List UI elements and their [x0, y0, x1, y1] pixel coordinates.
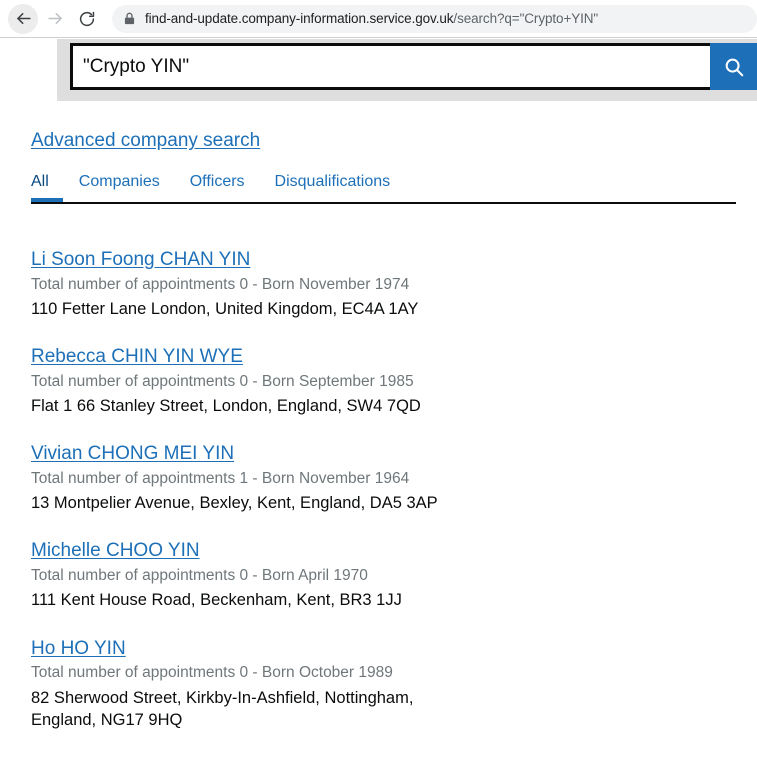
- list-item: Ho HO YIN Total number of appointments 0…: [31, 637, 737, 731]
- result-name-link[interactable]: Li Soon Foong CHAN YIN: [31, 248, 250, 272]
- result-address: 82 Sherwood Street, Kirkby-In-Ashfield, …: [31, 688, 414, 729]
- list-item: Li Soon Foong CHAN YIN Total number of a…: [31, 248, 737, 320]
- advanced-company-search-link[interactable]: Advanced company search: [31, 130, 260, 152]
- result-address: 13 Montpelier Avenue, Bexley, Kent, Engl…: [31, 494, 438, 513]
- result-name-link[interactable]: Rebecca CHIN YIN WYE: [31, 345, 243, 369]
- search-results-list: Li Soon Foong CHAN YIN Total number of a…: [31, 248, 737, 731]
- result-address: 110 Fetter Lane London, United Kingdom, …: [31, 299, 419, 318]
- url-domain: find-and-update.company-information.serv…: [145, 11, 454, 26]
- lock-icon: [124, 12, 135, 25]
- result-name-link[interactable]: Ho HO YIN: [31, 637, 126, 661]
- url-path: /search?q="Crypto+YIN": [453, 11, 599, 26]
- list-item: Rebecca CHIN YIN WYE Total number of app…: [31, 345, 737, 417]
- forward-arrow-icon: [47, 12, 62, 25]
- result-name-link[interactable]: Vivian CHONG MEI YIN: [31, 442, 234, 466]
- browser-toolbar: find-and-update.company-information.serv…: [0, 0, 757, 38]
- tab-all[interactable]: All: [31, 173, 63, 202]
- tab-disqualifications[interactable]: Disqualifications: [275, 173, 391, 202]
- search-icon: [725, 58, 743, 76]
- forward-button[interactable]: [40, 4, 70, 34]
- list-item: Vivian CHONG MEI YIN Total number of app…: [31, 442, 737, 514]
- result-meta: Total number of appointments 0 - Born Ap…: [31, 567, 368, 585]
- tab-companies[interactable]: Companies: [79, 173, 160, 202]
- address-bar[interactable]: find-and-update.company-information.serv…: [112, 4, 757, 33]
- back-arrow-icon: [16, 12, 31, 25]
- result-address: 111 Kent House Road, Beckenham, Kent, BR…: [31, 591, 402, 610]
- reload-icon: [79, 11, 95, 26]
- tabs-divider: [31, 202, 736, 204]
- search-result-tabs: All Companies Officers Disqualifications: [31, 173, 737, 204]
- tab-officers[interactable]: Officers: [190, 173, 245, 202]
- url-text: find-and-update.company-information.serv…: [145, 11, 598, 26]
- site-search-form: [70, 43, 757, 90]
- list-item: Michelle CHOO YIN Total number of appoin…: [31, 539, 737, 611]
- search-input[interactable]: [70, 43, 710, 90]
- result-address: Flat 1 66 Stanley Street, London, Englan…: [31, 397, 421, 416]
- page-content: Advanced company search All Companies Of…: [0, 101, 757, 757]
- back-button[interactable]: [8, 3, 38, 34]
- reload-button[interactable]: [72, 4, 102, 34]
- tab-list: All Companies Officers Disqualifications: [31, 173, 737, 202]
- result-meta: Total number of appointments 0 - Born Oc…: [31, 664, 393, 682]
- result-meta: Total number of appointments 0 - Born No…: [31, 275, 410, 293]
- result-name-link[interactable]: Michelle CHOO YIN: [31, 539, 200, 563]
- result-meta: Total number of appointments 0 - Born Se…: [31, 372, 414, 390]
- result-meta: Total number of appointments 1 - Born No…: [31, 470, 410, 488]
- search-submit-button[interactable]: [710, 43, 757, 90]
